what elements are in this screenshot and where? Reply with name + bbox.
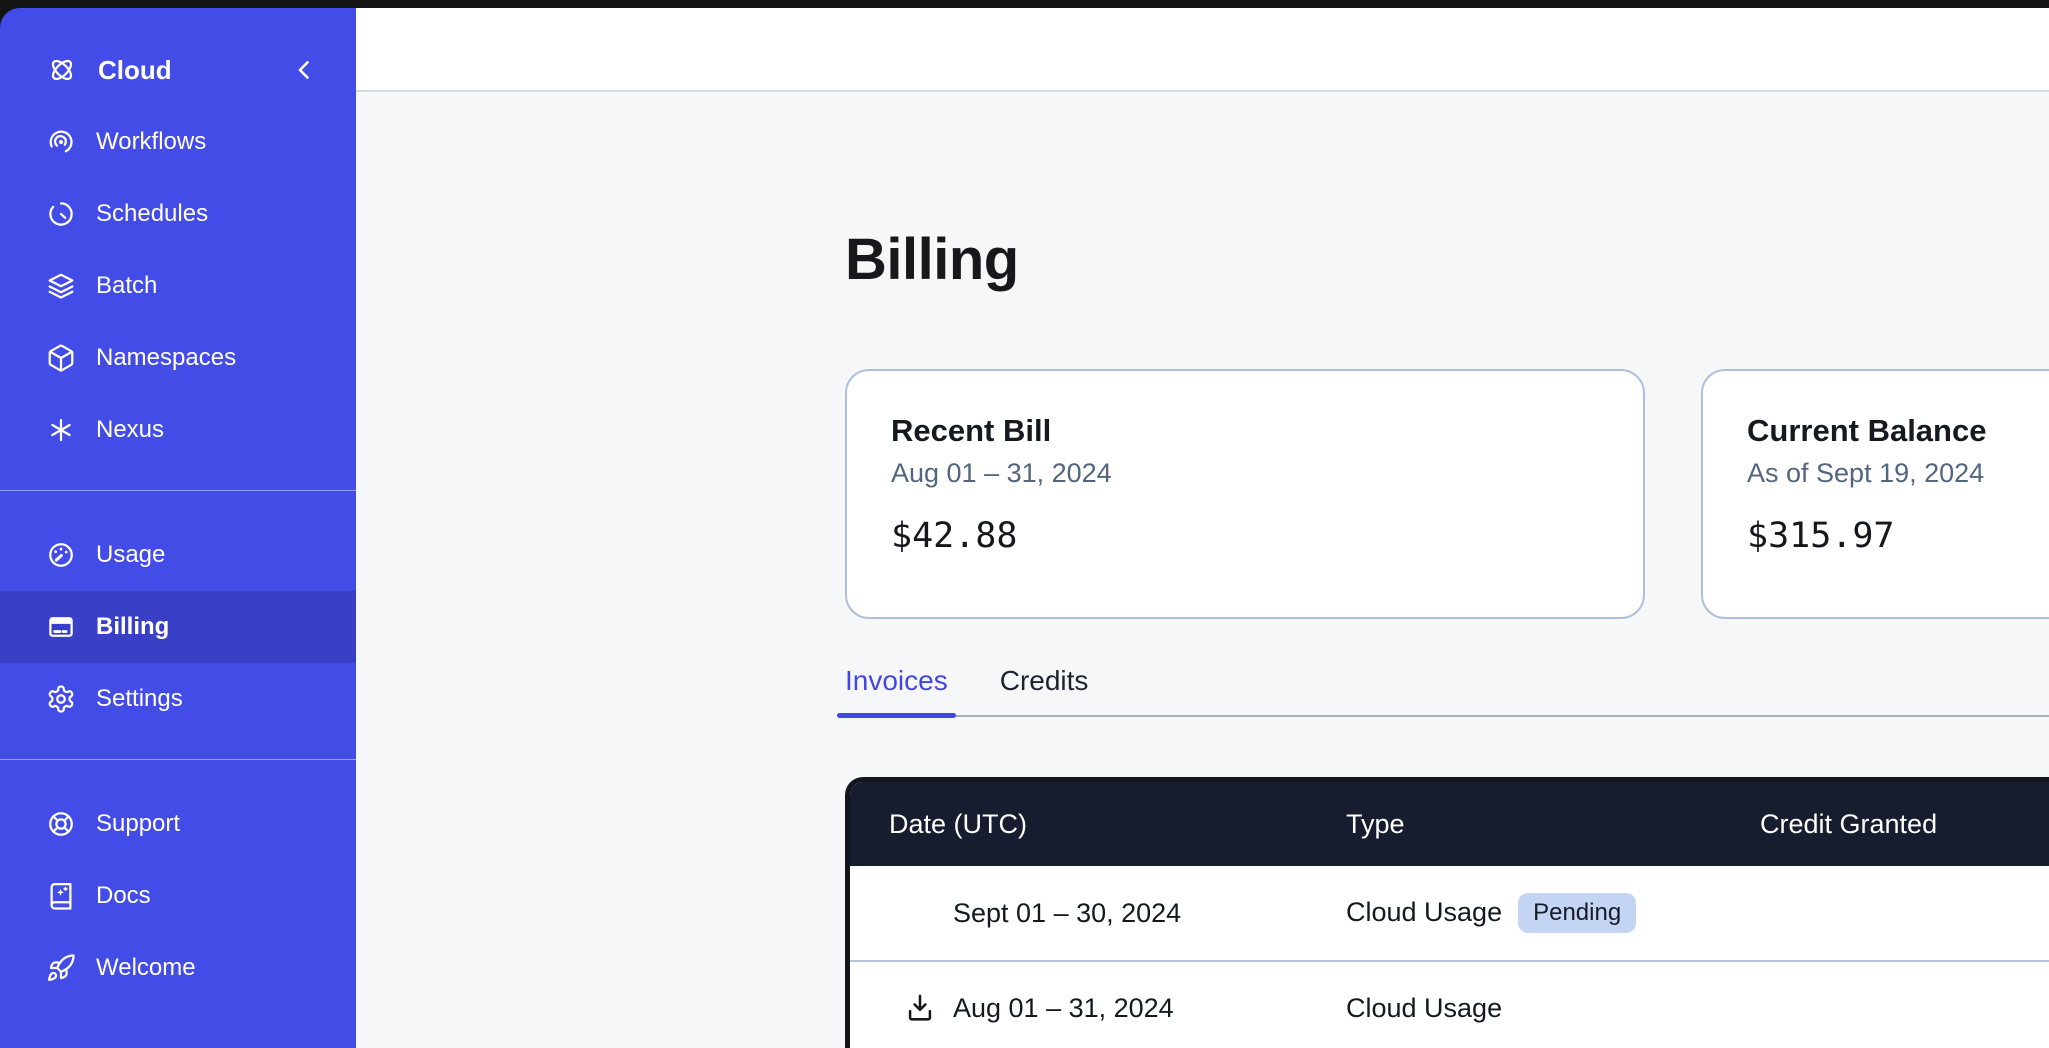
- invoice-type: Cloud Usage: [1346, 897, 1502, 928]
- column-header-credit-granted: Credit Granted: [1740, 809, 2049, 840]
- sidebar-item-usage[interactable]: Usage: [0, 519, 356, 591]
- sidebar-item-label: Welcome: [96, 954, 196, 982]
- topbar: [356, 8, 2049, 92]
- namespaces-icon: [46, 343, 76, 373]
- sidebar-item-label: Namespaces: [96, 344, 236, 372]
- date-cell: Aug 01 – 31, 2024: [850, 991, 1326, 1025]
- sidebar-item-label: Schedules: [96, 200, 208, 228]
- nexus-icon: [46, 415, 76, 445]
- billing-tabs: Invoices Credits: [845, 665, 2049, 717]
- download-invoice-icon[interactable]: [901, 991, 939, 1025]
- sidebar-group-namespace: Workflows Schedules: [0, 106, 356, 466]
- page-title: Billing: [845, 226, 2049, 293]
- welcome-icon: [46, 953, 76, 983]
- sidebar-item-label: Batch: [96, 272, 157, 300]
- sidebar-item-label: Settings: [96, 685, 183, 713]
- brand-label: Cloud: [98, 55, 172, 86]
- batch-icon: [46, 271, 76, 301]
- sidebar-item-welcome[interactable]: Welcome: [0, 932, 356, 1004]
- sidebar-item-label: Support: [96, 810, 180, 838]
- billing-page: Billing Recent Bill Aug 01 – 31, 2024 $4…: [356, 92, 2049, 1048]
- sidebar-item-schedules[interactable]: Schedules: [0, 178, 356, 250]
- sidebar-group-help: Support Docs: [0, 759, 356, 1004]
- main-area: Billing Recent Bill Aug 01 – 31, 2024 $4…: [356, 8, 2049, 1048]
- current-balance-card: Current Balance As of Sept 19, 2024 $315…: [1701, 369, 2049, 619]
- sidebar-item-billing[interactable]: Billing: [0, 591, 356, 663]
- sidebar-group-account: Usage Billing: [0, 490, 356, 735]
- temporal-logo-icon: [46, 54, 78, 86]
- summary-cards: Recent Bill Aug 01 – 31, 2024 $42.88 Cur…: [845, 369, 2049, 619]
- tab-invoices[interactable]: Invoices: [845, 665, 948, 717]
- invoice-date: Aug 01 – 31, 2024: [953, 993, 1174, 1024]
- recent-bill-card: Recent Bill Aug 01 – 31, 2024 $42.88: [845, 369, 1645, 619]
- type-cell: Cloud Usage: [1326, 993, 1740, 1024]
- sidebar: Cloud Workflows: [0, 8, 356, 1048]
- card-amount: $42.88: [891, 516, 1599, 556]
- sidebar-item-settings[interactable]: Settings: [0, 663, 356, 735]
- sidebar-item-support[interactable]: Support: [0, 788, 356, 860]
- sidebar-item-label: Usage: [96, 541, 165, 569]
- table-row[interactable]: Sept 01 – 30, 2024 Cloud Usage Pending: [850, 866, 2049, 960]
- card-title: Current Balance: [1747, 413, 2049, 449]
- sidebar-item-label: Nexus: [96, 416, 164, 444]
- invoice-type: Cloud Usage: [1346, 993, 1502, 1024]
- settings-icon: [46, 684, 76, 714]
- chevron-left-icon[interactable]: [290, 56, 318, 84]
- card-subtitle: Aug 01 – 31, 2024: [891, 458, 1599, 489]
- sidebar-item-label: Billing: [96, 613, 169, 641]
- table-row[interactable]: Aug 01 – 31, 2024 Cloud Usage: [850, 960, 2049, 1048]
- schedules-icon: [46, 199, 76, 229]
- tab-credits[interactable]: Credits: [1000, 665, 1089, 717]
- docs-icon: [46, 881, 76, 911]
- invoice-date: Sept 01 – 30, 2024: [953, 898, 1181, 929]
- column-header-type: Type: [1326, 809, 1740, 840]
- column-header-date: Date (UTC): [850, 809, 1326, 840]
- sidebar-item-workflows[interactable]: Workflows: [0, 106, 356, 178]
- table-header: Date (UTC) Type Credit Granted: [850, 782, 2049, 866]
- sidebar-item-nexus[interactable]: Nexus: [0, 394, 356, 466]
- sidebar-item-namespaces[interactable]: Namespaces: [0, 322, 356, 394]
- date-cell: Sept 01 – 30, 2024: [850, 898, 1326, 929]
- type-cell: Cloud Usage Pending: [1326, 893, 1740, 934]
- workflows-icon: [46, 127, 76, 157]
- invoices-table: Date (UTC) Type Credit Granted Sept 01 –…: [845, 777, 2049, 1048]
- sidebar-item-label: Docs: [96, 882, 151, 910]
- sidebar-header: Cloud: [0, 34, 356, 106]
- sidebar-item-label: Workflows: [96, 128, 206, 156]
- billing-icon: [46, 612, 76, 642]
- status-badge: Pending: [1518, 893, 1636, 934]
- sidebar-item-docs[interactable]: Docs: [0, 860, 356, 932]
- usage-icon: [46, 540, 76, 570]
- card-amount: $315.97: [1747, 516, 2049, 556]
- sidebar-item-batch[interactable]: Batch: [0, 250, 356, 322]
- support-icon: [46, 809, 76, 839]
- app-window: Cloud Workflows: [0, 8, 2049, 1048]
- card-subtitle: As of Sept 19, 2024: [1747, 458, 2049, 489]
- card-title: Recent Bill: [891, 413, 1599, 449]
